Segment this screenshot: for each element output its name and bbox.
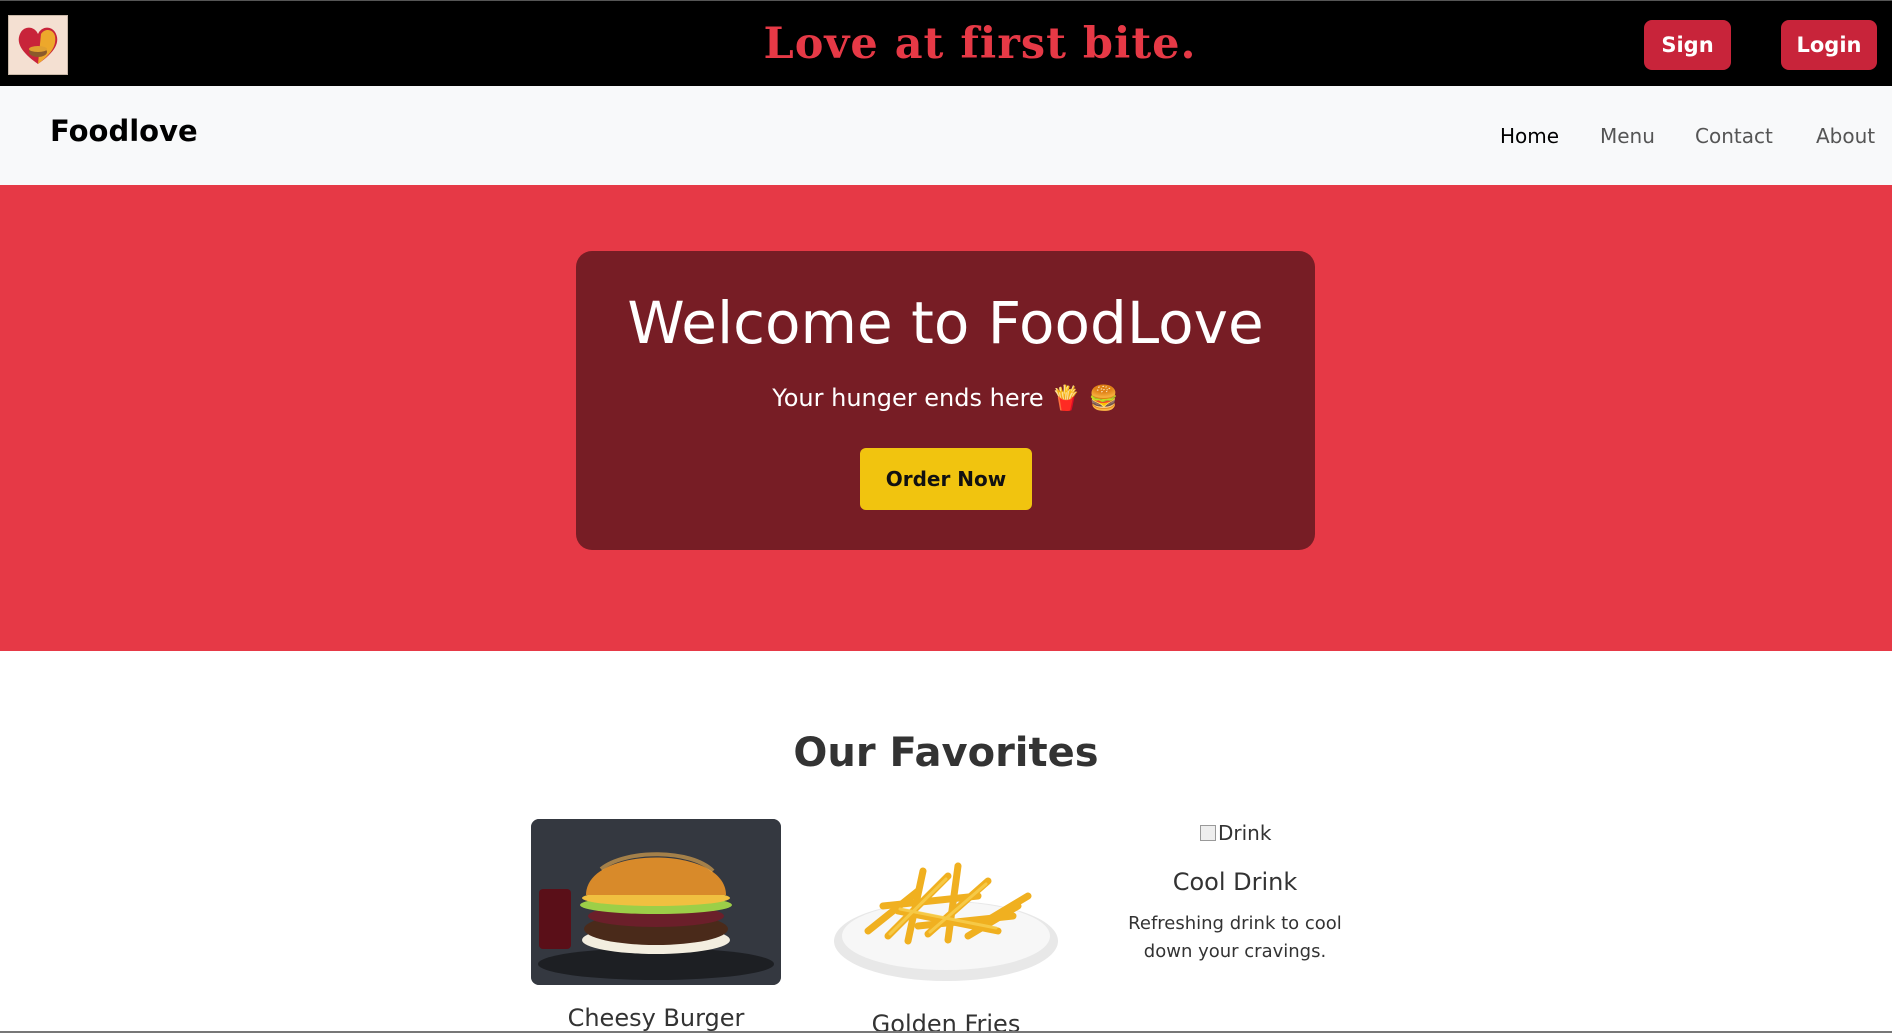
favorite-name-fries: Golden Fries: [871, 1010, 1021, 1033]
hero-card: Welcome to FoodLove Your hunger ends her…: [576, 251, 1315, 550]
nav-link-about[interactable]: About: [1816, 124, 1875, 148]
nav-link-contact[interactable]: Contact: [1695, 124, 1773, 148]
login-button[interactable]: Login: [1781, 20, 1877, 70]
hero-title: Welcome to FoodLove: [627, 289, 1264, 357]
navbar: Foodlove Home Menu Contact About: [0, 86, 1892, 185]
tagline: Love at first bite.: [763, 19, 1197, 69]
sign-button[interactable]: Sign: [1644, 20, 1731, 70]
nav-link-menu[interactable]: Menu: [1600, 124, 1655, 148]
broken-image-icon: [1200, 825, 1216, 841]
nav-link-home[interactable]: Home: [1500, 124, 1559, 148]
hero-section: Welcome to FoodLove Your hunger ends her…: [0, 185, 1892, 651]
drink-image-alt: Drink: [1218, 821, 1272, 845]
fries-image: [828, 836, 1064, 986]
favorites-heading: Our Favorites: [793, 730, 1099, 776]
favorite-description-drink: Refreshing drink to cool down your cravi…: [1128, 913, 1342, 962]
burger-image: [531, 819, 781, 985]
top-header-bar: Love at first bite. Sign Login: [0, 0, 1892, 86]
drink-image-broken: Drink: [1200, 821, 1271, 845]
favorite-name-drink: Cool Drink: [1172, 868, 1298, 896]
navbar-brand[interactable]: Foodlove: [50, 114, 198, 148]
order-now-button[interactable]: Order Now: [860, 448, 1032, 510]
favorite-name-burger: Cheesy Burger: [567, 1004, 745, 1032]
hero-subtitle: Your hunger ends here 🍟 🍔: [772, 384, 1119, 412]
